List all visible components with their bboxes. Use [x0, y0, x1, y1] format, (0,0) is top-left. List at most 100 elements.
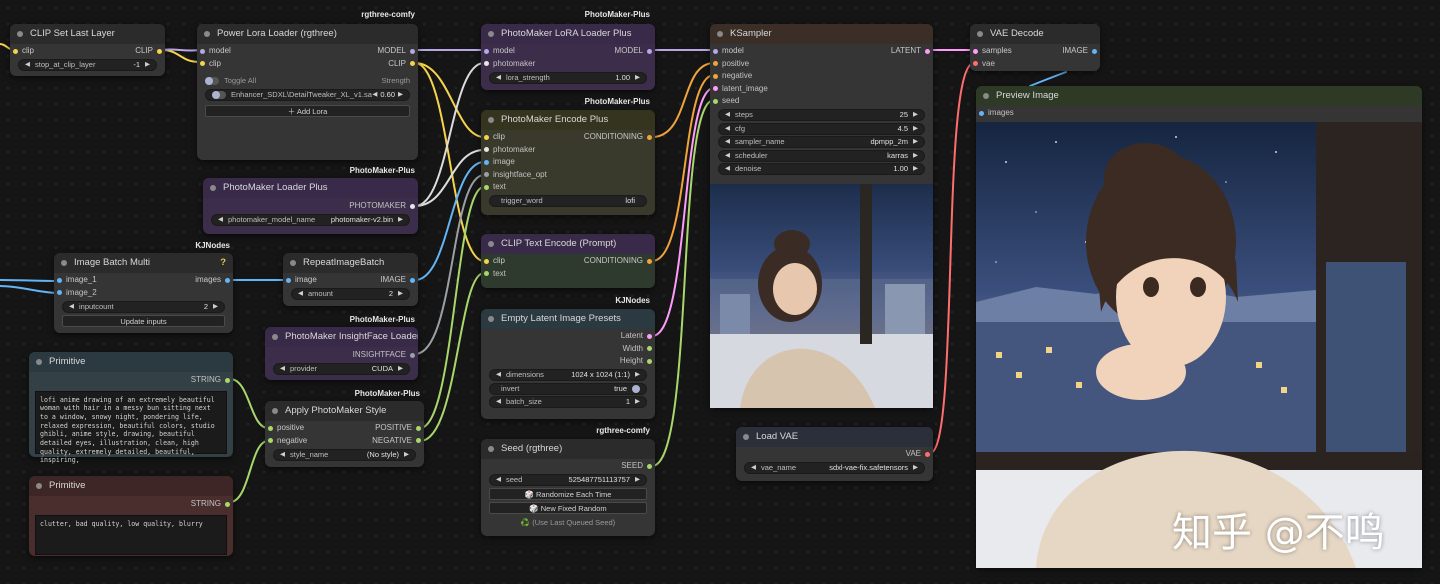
output-images[interactable]: images [195, 274, 233, 287]
stop-at-clip-layer-widget[interactable]: ◀ stop_at_clip_layer -1 ▶ [18, 59, 157, 71]
arrow-left-icon[interactable]: ◀ [496, 370, 501, 380]
dimensions-widget[interactable]: ◀ dimensions 1024 x 1024 (1:1) ▶ [489, 369, 647, 381]
output-image[interactable]: IMAGE [1062, 45, 1100, 58]
arrow-right-icon[interactable]: ▶ [398, 215, 403, 225]
update-inputs-button[interactable]: Update inputs [62, 314, 225, 327]
collapse-dot-icon[interactable] [17, 31, 23, 37]
input-clip[interactable]: clip [481, 131, 505, 144]
input-latent-image[interactable]: latent_image [710, 83, 933, 96]
insightface-loader-node[interactable]: PhotoMaker InsightFace Loader INSIGHTFAC… [265, 327, 418, 380]
load-vae-node[interactable]: Load VAE VAE ◀ vae_name sdxl-vae-fix.safet… [736, 427, 933, 481]
arrow-left-icon[interactable]: ◀ [218, 215, 223, 225]
toggle-all-switch[interactable] [205, 76, 219, 85]
empty-latent-presets-node[interactable]: Empty Latent Image Presets Latent Width … [481, 309, 655, 419]
help-icon[interactable]: ? [220, 253, 226, 273]
arrow-right-icon[interactable]: ▶ [213, 302, 218, 312]
output-width[interactable]: Width [481, 343, 655, 356]
node-title[interactable]: CLIP Text Encode (Prompt) [481, 234, 655, 254]
arrow-left-icon[interactable]: ◀ [496, 397, 501, 407]
sampler-name-widget[interactable]: ◀ sampler_name dpmpp_2m ▶ [718, 136, 925, 148]
input-positive[interactable]: positive [265, 422, 304, 435]
output-height[interactable]: Height [481, 355, 655, 368]
collapse-dot-icon[interactable] [717, 31, 723, 37]
input-positive[interactable]: positive [710, 58, 933, 71]
trigger-word-widget[interactable]: trigger_word lofi [489, 195, 647, 207]
lora-row-widget[interactable]: Enhancer_SDXL\DetailTweaker_XL_v1.saf...… [205, 88, 410, 101]
arrow-right-icon[interactable]: ▶ [913, 151, 918, 161]
input-model[interactable]: model [710, 45, 744, 58]
seed-widget[interactable]: ◀ seed 525487751113757 ▶ [489, 474, 647, 486]
denoise-widget[interactable]: ◀ denoise 1.00 ▶ [718, 163, 925, 175]
photomaker-encode-node[interactable]: PhotoMaker Encode Plus clip CONDITIONING… [481, 110, 655, 215]
collapse-dot-icon[interactable] [488, 316, 494, 322]
lora-strength-widget[interactable]: ◀ lora_strength 1.00 ▶ [489, 71, 647, 84]
power-lora-loader-node[interactable]: Power Lora Loader (rgthree) model MODEL … [197, 24, 418, 160]
input-images[interactable]: images [976, 107, 1422, 120]
collapse-dot-icon[interactable] [210, 185, 216, 191]
collapse-dot-icon[interactable] [977, 31, 983, 37]
output-photomaker[interactable]: PHOTOMAKER [203, 200, 418, 213]
arrow-left-icon[interactable]: ◀ [372, 90, 377, 100]
lora-enable-switch[interactable] [212, 90, 226, 99]
output-negative[interactable]: NEGATIVE [372, 435, 424, 448]
input-insightface-opt[interactable]: insightface_opt [481, 169, 655, 182]
arrow-left-icon[interactable]: ◀ [298, 289, 303, 299]
collapse-dot-icon[interactable] [983, 93, 989, 99]
input-text[interactable]: text [481, 268, 655, 281]
input-negative[interactable]: negative [710, 70, 933, 83]
inputcount-widget[interactable]: ◀ inputcount 2 ▶ [62, 300, 225, 313]
negative-prompt-textarea[interactable]: clutter, bad quality, low quality, blurr… [35, 514, 227, 555]
arrow-left-icon[interactable]: ◀ [69, 302, 74, 312]
arrow-right-icon[interactable]: ▶ [913, 463, 918, 473]
arrow-left-icon[interactable]: ◀ [280, 450, 285, 460]
output-insightface[interactable]: INSIGHTFACE [265, 349, 418, 362]
arrow-right-icon[interactable]: ▶ [635, 397, 640, 407]
arrow-left-icon[interactable]: ◀ [496, 73, 501, 83]
input-model[interactable]: model [197, 45, 231, 58]
add-lora-button[interactable]: ＋ Add Lora [205, 104, 410, 117]
primitive-positive-node[interactable]: Primitive STRING lofi anime drawing of a… [29, 352, 233, 464]
vae-name-widget[interactable]: ◀ vae_name sdxl-vae-fix.safetensors ▶ [744, 462, 925, 474]
arrow-left-icon[interactable]: ◀ [280, 364, 285, 374]
photomaker-model-widget[interactable]: ◀ photomaker_model_name photomaker-v2.bin ▶ [211, 214, 410, 226]
output-clip[interactable]: CLIP [388, 58, 418, 71]
arrow-left-icon[interactable]: ◀ [496, 475, 501, 485]
node-title[interactable]: KSampler [710, 24, 933, 44]
repeat-image-batch-node[interactable]: RepeatImageBatch image IMAGE ◀ amount 2 ▶ [283, 253, 418, 306]
arrow-left-icon[interactable]: ◀ [751, 463, 756, 473]
node-title[interactable]: Apply PhotoMaker Style [265, 401, 424, 421]
node-title[interactable]: PhotoMaker LoRA Loader Plus [481, 24, 655, 44]
collapse-dot-icon[interactable] [36, 483, 42, 489]
input-image-1[interactable]: image_1 [54, 274, 97, 287]
node-title[interactable]: RepeatImageBatch [283, 253, 418, 273]
input-photomaker[interactable]: photomaker [481, 58, 655, 71]
output-latent[interactable]: LATENT [891, 45, 933, 58]
input-seed[interactable]: seed [710, 95, 933, 108]
preview-image-node[interactable]: Preview Image images [976, 86, 1422, 568]
positive-prompt-textarea[interactable]: lofi anime drawing of an extremely beaut… [35, 390, 227, 464]
output-clip[interactable]: CLIP [135, 45, 165, 58]
node-title[interactable]: Image Batch Multi? [54, 253, 233, 273]
clip-set-last-layer-node[interactable]: CLIP Set Last Layer clip CLIP ◀ stop_at_c… [10, 24, 165, 76]
output-conditioning[interactable]: CONDITIONING [584, 255, 655, 268]
output-model[interactable]: MODEL [378, 45, 418, 58]
apply-photomaker-style-node[interactable]: Apply PhotoMaker Style positive POSITIVE… [265, 401, 424, 467]
arrow-right-icon[interactable]: ▶ [398, 90, 403, 100]
primitive-negative-node[interactable]: Primitive STRING clutter, bad quality, l… [29, 476, 233, 556]
input-text[interactable]: text [481, 181, 655, 194]
randomize-each-time-button[interactable]: 🎲 Randomize Each Time [489, 488, 647, 500]
output-latent[interactable]: Latent [481, 330, 655, 343]
provider-widget[interactable]: ◀ provider CUDA ▶ [273, 363, 410, 375]
batch-size-widget[interactable]: ◀ batch_size 1 ▶ [489, 396, 647, 408]
input-image-2[interactable]: image_2 [54, 287, 233, 300]
arrow-left-icon[interactable]: ◀ [725, 164, 730, 174]
arrow-right-icon[interactable]: ▶ [913, 164, 918, 174]
scheduler-widget[interactable]: ◀ scheduler karras ▶ [718, 149, 925, 162]
input-samples[interactable]: samples [970, 45, 1012, 58]
node-title[interactable]: Power Lora Loader (rgthree) [197, 24, 418, 44]
arrow-left-icon[interactable]: ◀ [725, 137, 730, 147]
steps-widget[interactable]: ◀ steps 25 ▶ [718, 109, 925, 121]
collapse-dot-icon[interactable] [272, 408, 278, 414]
collapse-dot-icon[interactable] [488, 241, 494, 247]
output-vae[interactable]: VAE [736, 448, 933, 461]
